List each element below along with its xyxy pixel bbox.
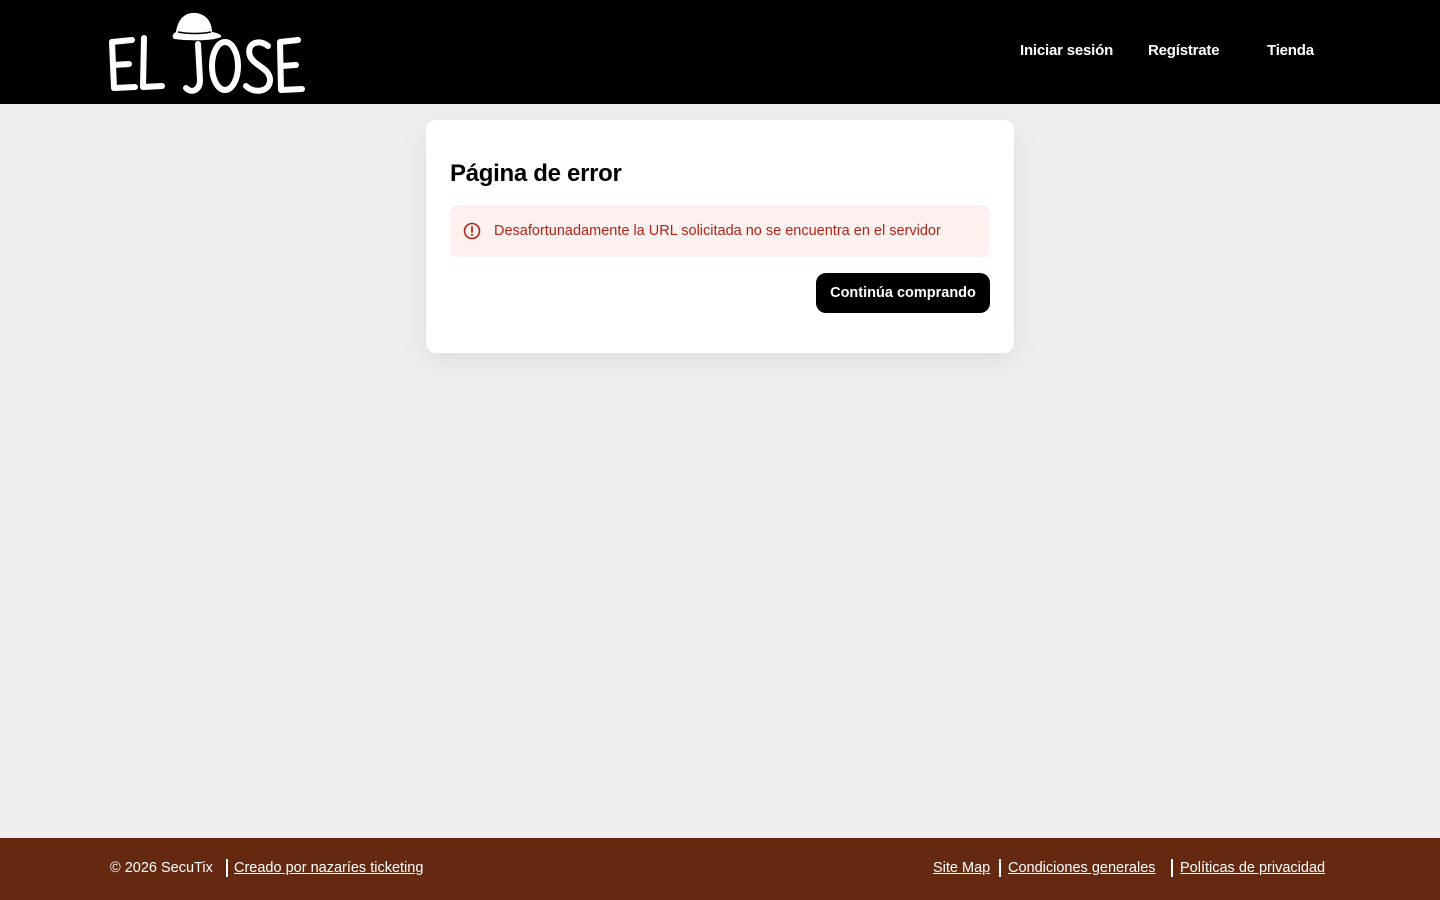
copyright-text: © 2026 SecuTix	[110, 860, 213, 876]
page-title: Página de error	[450, 160, 622, 187]
conditions-link[interactable]: Condiciones generales	[1008, 860, 1156, 876]
shop-link[interactable]: Tienda	[1267, 42, 1314, 59]
logo-link[interactable]	[108, 10, 320, 96]
continue-shopping-button[interactable]: Continúa comprando	[816, 273, 990, 313]
site-footer: © 2026 SecuTix Creado por nazaríes ticke…	[0, 838, 1440, 900]
login-link[interactable]: Iniciar sesión	[1020, 42, 1113, 59]
privacy-link[interactable]: Políticas de privacidad	[1180, 860, 1325, 876]
created-by-link[interactable]: Creado por nazaríes ticketing	[234, 860, 423, 876]
register-link[interactable]: Regístrate	[1148, 42, 1220, 59]
footer-divider	[1171, 859, 1173, 877]
alert-message: Desafortunadamente la URL solicitada no …	[494, 223, 941, 239]
el-jose-logo	[109, 12, 305, 94]
site-map-link[interactable]: Site Map	[933, 860, 990, 876]
footer-divider	[999, 859, 1001, 877]
footer-divider	[226, 859, 228, 877]
error-card: Página de error Desafortunadamente la UR…	[426, 120, 1014, 353]
alert-circle-icon	[463, 222, 481, 240]
error-alert: Desafortunadamente la URL solicitada no …	[450, 205, 990, 257]
site-header: Iniciar sesión Regístrate Tienda	[0, 0, 1440, 104]
